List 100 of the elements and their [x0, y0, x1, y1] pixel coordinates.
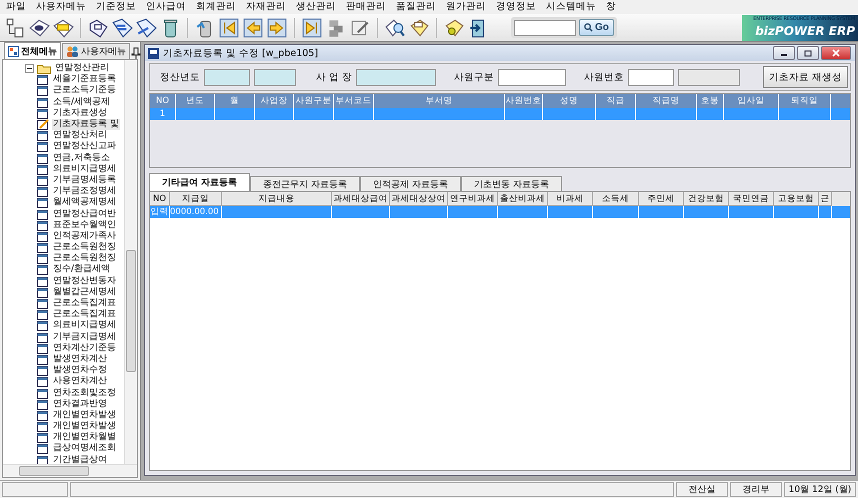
tree-item[interactable]: 개인별연차월별 — [52, 432, 117, 444]
tree-item[interactable]: 기부금조정명세 — [52, 186, 117, 198]
field-label: 정산년도 — [160, 70, 200, 84]
tree-item[interactable]: 발생연차수정 — [52, 365, 108, 376]
status-cell: 10월 12일 (월) — [784, 482, 856, 497]
tree-item[interactable]: 월별갑근세명세 — [52, 286, 117, 298]
tree-item[interactable]: 연차계산기준등 — [52, 342, 117, 354]
tree-item[interactable]: 징수/환급세액 — [52, 264, 112, 276]
tree-item[interactable]: 개인별연차발생 — [52, 410, 117, 421]
menu-item[interactable]: 판매관리 — [346, 0, 386, 14]
table-cell — [593, 206, 639, 218]
column-header: 주민세 — [639, 192, 684, 206]
tree-item[interactable]: 근로소득원천징 — [52, 253, 117, 264]
table-cell — [294, 108, 334, 120]
logo-name: bizPOWER ERP — [755, 22, 855, 38]
next-icon[interactable] — [266, 16, 288, 38]
table-cell — [255, 108, 294, 120]
last-icon[interactable] — [301, 16, 323, 38]
tree-item[interactable]: 세율기준표등록 — [52, 74, 117, 86]
input-field[interactable] — [254, 68, 296, 86]
menu-item[interactable]: 인사급여 — [146, 0, 186, 14]
tree-item[interactable]: 개인별연차발생 — [52, 421, 117, 432]
minimize-button[interactable] — [773, 46, 795, 60]
tab[interactable]: 종전근무지 자료등록 — [250, 176, 360, 191]
menu-item[interactable]: 원가관리 — [446, 0, 486, 14]
vertical-scrollbar[interactable] — [124, 60, 137, 464]
table-cell — [774, 206, 819, 218]
table-cell — [176, 108, 215, 120]
tree-item[interactable]: 기초자료생성 — [52, 108, 108, 119]
search-field[interactable] — [514, 20, 576, 36]
sidebar-tab[interactable]: 사용자메뉴 — [62, 43, 130, 59]
menu-item[interactable]: 파일 — [6, 0, 26, 14]
tree-item[interactable]: 급상여명세조회 — [52, 443, 117, 454]
tree-item[interactable]: 소득/세액공제 — [52, 96, 112, 108]
input-field[interactable] — [356, 68, 436, 86]
column-header: 출산비과세 — [498, 192, 548, 206]
column-header: 사원번호 — [505, 94, 543, 108]
close-button[interactable] — [821, 46, 851, 60]
tree-item[interactable]: 연차결과반영 — [52, 398, 108, 410]
column-header: 사원구분 — [294, 94, 334, 108]
input-field[interactable] — [678, 68, 740, 86]
maximize-icon — [804, 50, 812, 56]
tree-item[interactable]: 의료비지급명세 — [52, 320, 117, 332]
tree-item[interactable]: 연말정산변동자 — [52, 276, 117, 287]
regenerate-button[interactable]: 기초자료 재생성 — [762, 66, 848, 88]
menu-item[interactable]: 창 — [606, 0, 616, 14]
tab[interactable]: 인적공제 자료등록 — [360, 176, 461, 191]
tree-item[interactable]: 연말정산관리 — [54, 63, 110, 74]
menu-item[interactable]: 생산관리 — [296, 0, 336, 14]
tree-item[interactable]: 근로소득집계표 — [52, 309, 117, 320]
collapse-icon[interactable] — [25, 64, 34, 74]
tree-item[interactable]: 기부금지급명세 — [52, 332, 117, 343]
sidebar-tab[interactable]: 전체메뉴 — [4, 42, 61, 59]
menu-item[interactable]: 경영정보 — [496, 0, 536, 14]
tree-item[interactable]: 기부금명세등록 — [52, 174, 117, 186]
tree-item[interactable]: 근로소득원천징 — [52, 242, 117, 254]
menu-item[interactable]: 시스템메뉴 — [546, 0, 596, 14]
tree-item[interactable]: 연말정산급여반 — [52, 208, 117, 220]
tree-item[interactable]: 인적공제가족사 — [52, 230, 117, 242]
pin-icon[interactable] — [131, 47, 141, 59]
tree-item[interactable]: 연말정산신고파 — [52, 141, 117, 152]
tree-item[interactable]: 표준보수월액인 — [52, 220, 117, 231]
input-field[interactable] — [498, 68, 566, 86]
tree-item[interactable]: 연금,저축등소 — [52, 152, 111, 164]
table-cell — [543, 108, 596, 120]
menu-item[interactable]: 사용자메뉴 — [36, 0, 86, 14]
tree-item[interactable]: 연말정산처리 — [52, 130, 108, 142]
go-button[interactable]: Go — [579, 19, 614, 36]
input-field[interactable] — [628, 68, 674, 86]
tree-item[interactable]: 근로소득기준등 — [52, 85, 117, 96]
tree-item[interactable]: 기간별급상여 — [52, 454, 108, 464]
first-icon[interactable] — [218, 16, 240, 38]
tree-item[interactable]: 발생연차계산 — [52, 354, 108, 365]
tree-item[interactable]: 연차조회및조정 — [52, 388, 117, 399]
menu-item[interactable]: 기준정보 — [96, 0, 136, 14]
grid-icon — [8, 46, 19, 56]
tab[interactable]: 기타급여 자료등록 — [149, 173, 250, 191]
column-header: 건강보험 — [684, 192, 729, 206]
previous-icon[interactable] — [242, 16, 264, 38]
status-cell: 전산실 — [676, 482, 728, 497]
table-cell: 1 — [150, 108, 176, 120]
menu-item[interactable]: 자재관리 — [246, 0, 286, 14]
table-cell — [332, 206, 390, 218]
table-cell — [819, 206, 832, 218]
menu-item[interactable]: 품질관리 — [396, 0, 436, 14]
tree-item[interactable]: 사용연차계산 — [52, 376, 108, 388]
horizontal-scrollbar[interactable] — [3, 464, 137, 477]
tree-icon[interactable] — [4, 16, 26, 38]
table-cell: 입력 — [150, 206, 170, 218]
tree-item[interactable]: 근로소득집계표 — [52, 298, 117, 310]
input-field[interactable] — [204, 68, 250, 86]
tab[interactable]: 기초변동 자료등록 — [460, 176, 562, 191]
tree-item[interactable]: 의료비지급명세 — [52, 164, 117, 175]
column-header: NO — [150, 94, 176, 108]
column-header: 년도 — [176, 94, 215, 108]
search-icon[interactable] — [384, 16, 406, 38]
table-cell — [390, 206, 448, 218]
maximize-button[interactable] — [797, 46, 819, 60]
tree-item[interactable]: 월세액공제명세 — [52, 197, 117, 208]
menu-item[interactable]: 회계관리 — [196, 0, 236, 14]
